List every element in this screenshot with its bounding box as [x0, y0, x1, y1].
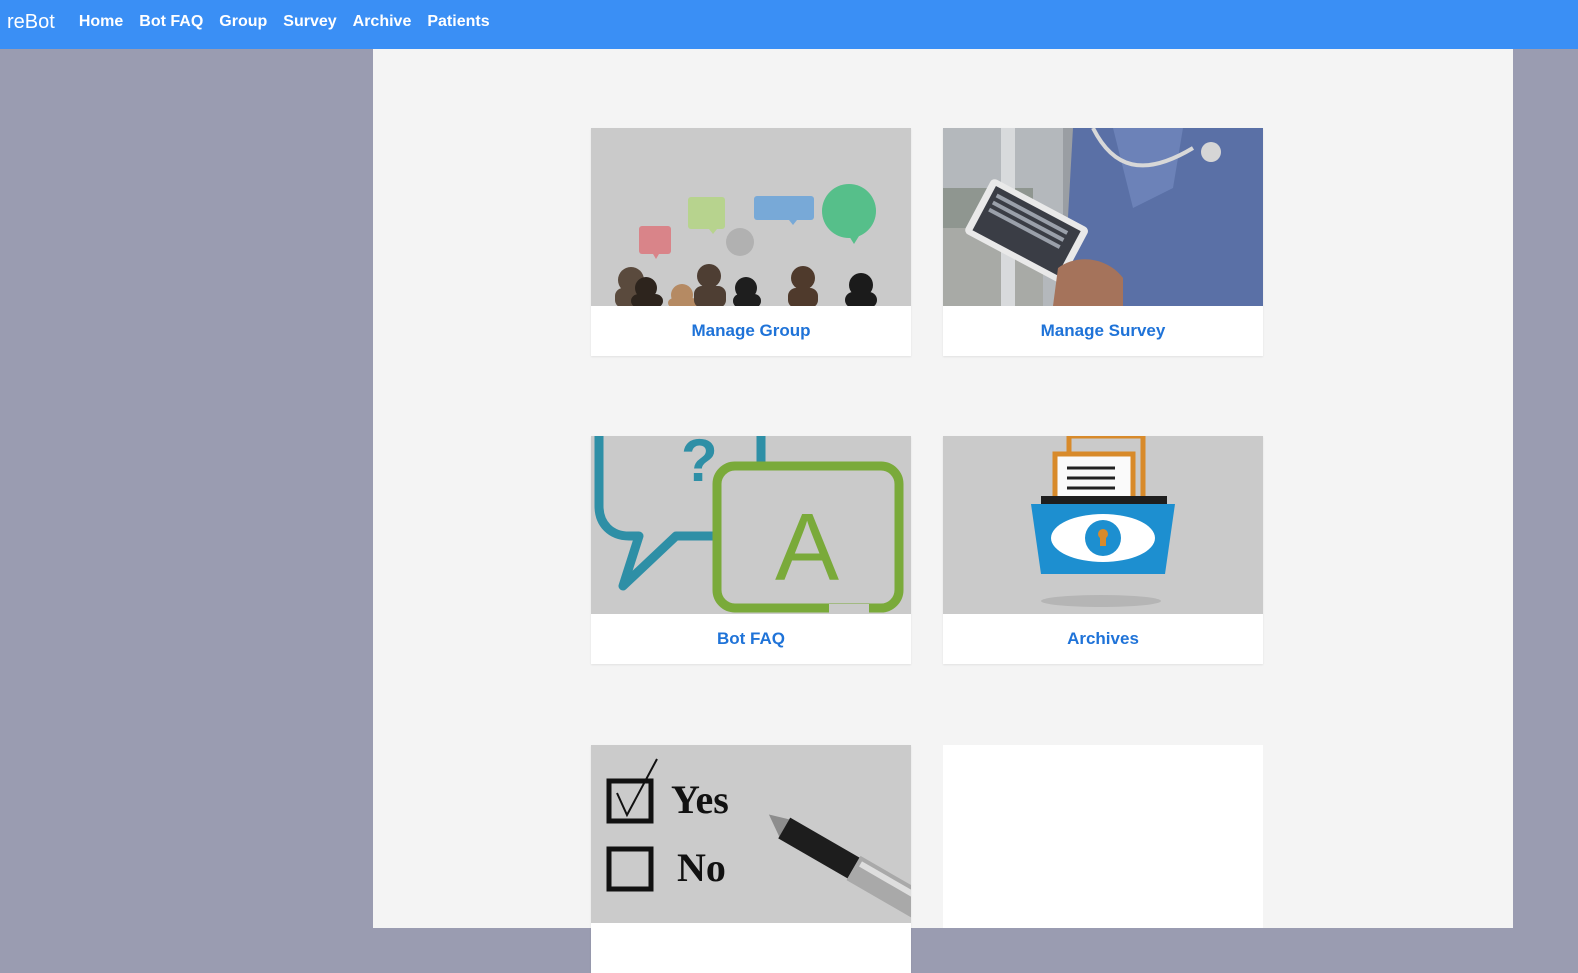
nav-group[interactable]: Group: [219, 13, 267, 31]
checkbox-yes-no-pen-image: Yes No: [591, 745, 911, 923]
svg-text:?: ?: [681, 436, 718, 494]
top-navbar: reBot Home Bot FAQ Group Survey Archive …: [0, 0, 1578, 49]
nav-archive[interactable]: Archive: [353, 13, 412, 31]
svg-text:A: A: [775, 494, 839, 601]
nav-home[interactable]: Home: [79, 13, 123, 31]
question-answer-icon: ? A: [591, 436, 911, 614]
nav-patients[interactable]: Patients: [427, 13, 489, 31]
nav-bot-faq[interactable]: Bot FAQ: [139, 13, 203, 31]
brand-logo[interactable]: reBot: [7, 11, 55, 34]
main-content: Manage Group Manage Survey ? A Bot FAQ A…: [373, 49, 1513, 973]
survey-checkbox-card[interactable]: Yes No: [591, 745, 911, 973]
bot-faq-label[interactable]: Bot FAQ: [591, 614, 911, 664]
manage-survey-label[interactable]: Manage Survey: [943, 306, 1263, 356]
bot-faq-card[interactable]: ? A Bot FAQ: [591, 436, 911, 664]
manage-survey-card[interactable]: Manage Survey: [943, 128, 1263, 356]
manage-group-card[interactable]: Manage Group: [591, 128, 911, 356]
doctor-tablet-photo: [943, 128, 1263, 306]
no-option-text: No: [677, 845, 726, 890]
yes-option-text: Yes: [671, 777, 729, 822]
archive-folder-eye-icon: [943, 436, 1263, 614]
manage-group-label[interactable]: Manage Group: [591, 306, 911, 356]
archives-card[interactable]: Archives: [943, 436, 1263, 664]
group-chat-illustration: [591, 128, 911, 306]
nav-survey[interactable]: Survey: [283, 13, 336, 31]
empty-card: [943, 745, 1263, 928]
archives-label[interactable]: Archives: [943, 614, 1263, 664]
